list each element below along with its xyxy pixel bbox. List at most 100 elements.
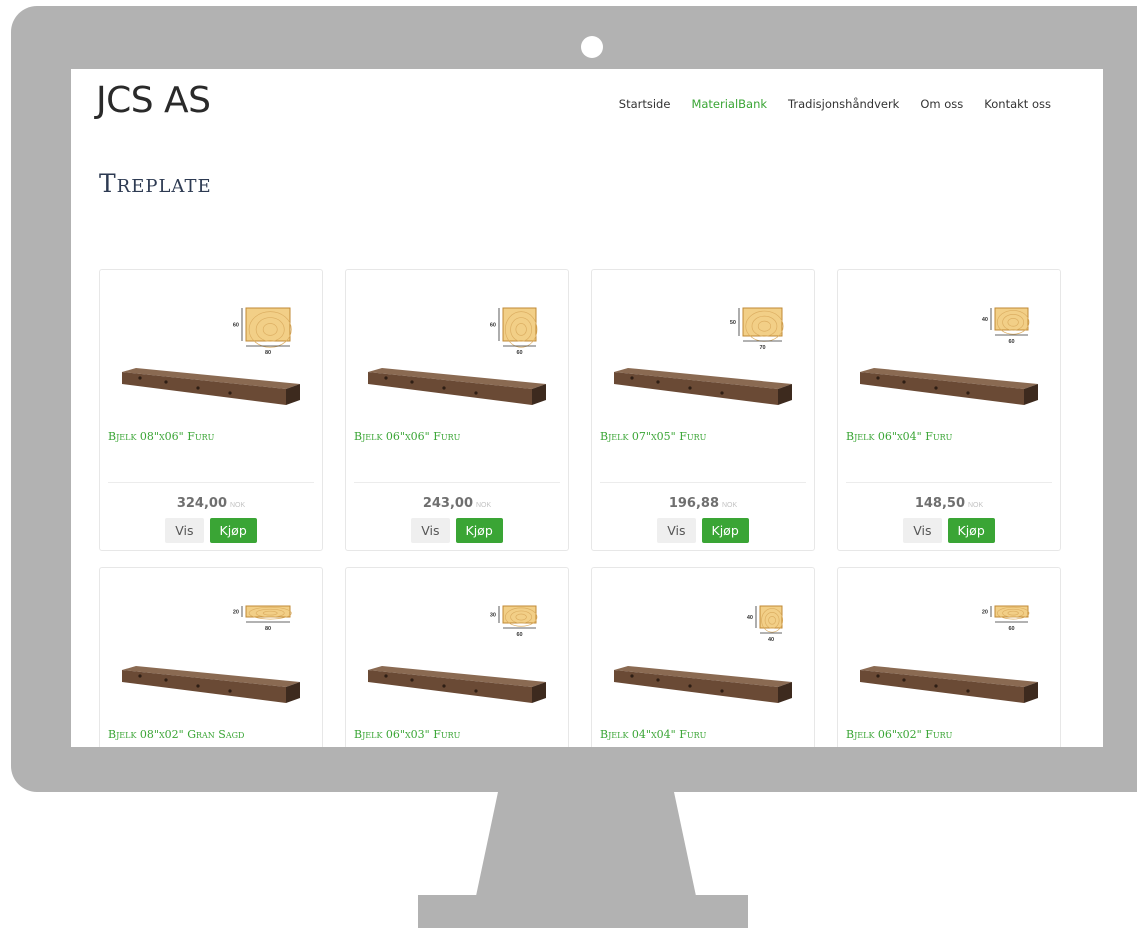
product-card: 30 60 Bjelk 06"x03" Furu	[345, 567, 569, 747]
product-title[interactable]: Bjelk 04"x04" Furu	[600, 728, 706, 741]
product-image[interactable]: 60 80	[118, 298, 308, 410]
width-label: 60	[1008, 339, 1014, 345]
beam-knot	[164, 380, 168, 384]
card-divider	[600, 482, 806, 483]
browser-viewport: JCS AS Startside MaterialBank Tradisjons…	[71, 69, 1103, 747]
card-actions: Vis Kjøp	[838, 518, 1060, 543]
height-label: 60	[233, 323, 239, 329]
product-card: 40 60 Bjelk 06"x04" Furu 148,50 NOK Vis Kj…	[837, 269, 1061, 551]
wood-beam-illustration	[368, 666, 546, 703]
beam-knot	[934, 386, 938, 390]
product-title[interactable]: Bjelk 08"x06" Furu	[108, 430, 214, 443]
beam-knot	[384, 376, 388, 380]
card-actions: Vis Kjøp	[100, 518, 322, 543]
card-divider	[846, 482, 1052, 483]
beam-knot	[966, 689, 970, 693]
view-button[interactable]: Vis	[657, 518, 696, 543]
product-title[interactable]: Bjelk 08"x02" Gran Sagd	[108, 728, 244, 741]
cross-section-diagram: 50 70	[730, 307, 784, 351]
product-title[interactable]: Bjelk 06"x03" Furu	[354, 728, 460, 741]
monitor-stand	[476, 792, 696, 896]
beam-knot	[966, 391, 970, 395]
wood-beam-illustration	[368, 368, 546, 405]
wood-beam-illustration	[860, 666, 1038, 703]
beam-knot	[138, 674, 142, 678]
price-currency: NOK	[476, 502, 492, 509]
nav-startside[interactable]: Startside	[619, 97, 671, 111]
beam-knot	[630, 376, 634, 380]
beam-knot	[138, 376, 142, 380]
beam-knot	[384, 674, 388, 678]
buy-button[interactable]: Kjøp	[209, 518, 257, 543]
cross-section-diagram: 40 60	[982, 307, 1030, 345]
price-row: 243,00 NOK	[346, 494, 568, 512]
beam-knot	[630, 674, 634, 678]
product-card: 20 80 Bjelk 08"x02" Gran Sagd	[99, 567, 323, 747]
beam-knot	[474, 689, 478, 693]
beam-knot	[474, 391, 478, 395]
beam-knot	[876, 674, 880, 678]
monitor-camera	[581, 36, 603, 58]
nav-tradisjonshandverk[interactable]: Tradisjonshåndverk	[788, 97, 899, 111]
product-image[interactable]: 40 40	[610, 596, 800, 708]
view-button[interactable]: Vis	[411, 518, 450, 543]
beam-knot	[164, 678, 168, 682]
width-label: 60	[516, 632, 522, 638]
wood-beam-illustration	[614, 368, 792, 405]
width-label: 40	[768, 637, 774, 643]
card-divider	[354, 482, 560, 483]
price-row: 148,50 NOK	[838, 494, 1060, 512]
cross-section-diagram: 60 80	[233, 307, 292, 356]
buy-button[interactable]: Kjøp	[701, 518, 749, 543]
nav-om-oss[interactable]: Om oss	[920, 97, 963, 111]
wood-beam-illustration	[122, 368, 300, 405]
beam-knot	[656, 678, 660, 682]
buy-button[interactable]: Kjøp	[947, 518, 995, 543]
main-nav: Startside MaterialBank Tradisjonshåndver…	[619, 97, 1051, 111]
price-row: 324,00 NOK	[100, 494, 322, 512]
product-card: 40 40 Bjelk 04"x04" Furu	[591, 567, 815, 747]
product-grid: 60 80 Bjelk 08"x06" Furu 324,00 NOK Vis Kj…	[99, 269, 1061, 747]
view-button[interactable]: Vis	[165, 518, 204, 543]
beam-knot	[196, 386, 200, 390]
price-currency: NOK	[230, 502, 246, 509]
wood-beam-illustration	[122, 666, 300, 703]
product-image[interactable]: 30 60	[364, 596, 554, 708]
beam-knot	[720, 689, 724, 693]
price-currency: NOK	[968, 502, 984, 509]
nav-materialbank[interactable]: MaterialBank	[691, 97, 767, 111]
nav-kontakt-oss[interactable]: Kontakt oss	[984, 97, 1051, 111]
beam-knot	[656, 380, 660, 384]
beam-knot	[688, 684, 692, 688]
card-actions: Vis Kjøp	[592, 518, 814, 543]
product-title[interactable]: Bjelk 06"x02" Furu	[846, 728, 952, 741]
card-actions: Vis Kjøp	[346, 518, 568, 543]
height-label: 60	[490, 323, 496, 329]
cross-section-diagram: 2080	[233, 605, 292, 632]
price-currency: NOK	[722, 502, 738, 509]
beam-knot	[876, 376, 880, 380]
page-title: Treplate	[99, 169, 212, 198]
product-image[interactable]: 50 70	[610, 298, 800, 410]
beam-knot	[720, 391, 724, 395]
height-label: 30	[490, 613, 496, 619]
product-price: 196,88	[668, 496, 719, 511]
buy-button[interactable]: Kjøp	[455, 518, 503, 543]
product-image[interactable]: 2060	[856, 596, 1046, 708]
cross-section-diagram: 2060	[982, 605, 1030, 632]
beam-knot	[902, 380, 906, 384]
price-row: 196,88 NOK	[592, 494, 814, 512]
product-card: 60 80 Bjelk 08"x06" Furu 324,00 NOK Vis Kj…	[99, 269, 323, 551]
product-title[interactable]: Bjelk 06"x06" Furu	[354, 430, 460, 443]
product-card: 60 60 Bjelk 06"x06" Furu 243,00 NOK Vis Kj…	[345, 269, 569, 551]
beam-knot	[228, 391, 232, 395]
site-logo[interactable]: JCS AS	[96, 80, 211, 121]
beam-knot	[228, 689, 232, 693]
view-button[interactable]: Vis	[903, 518, 942, 543]
product-price: 324,00	[176, 496, 227, 511]
product-image[interactable]: 60 60	[364, 298, 554, 410]
product-title[interactable]: Bjelk 07"x05" Furu	[600, 430, 706, 443]
product-image[interactable]: 2080	[118, 596, 308, 708]
product-title[interactable]: Bjelk 06"x04" Furu	[846, 430, 952, 443]
product-image[interactable]: 40 60	[856, 298, 1046, 410]
